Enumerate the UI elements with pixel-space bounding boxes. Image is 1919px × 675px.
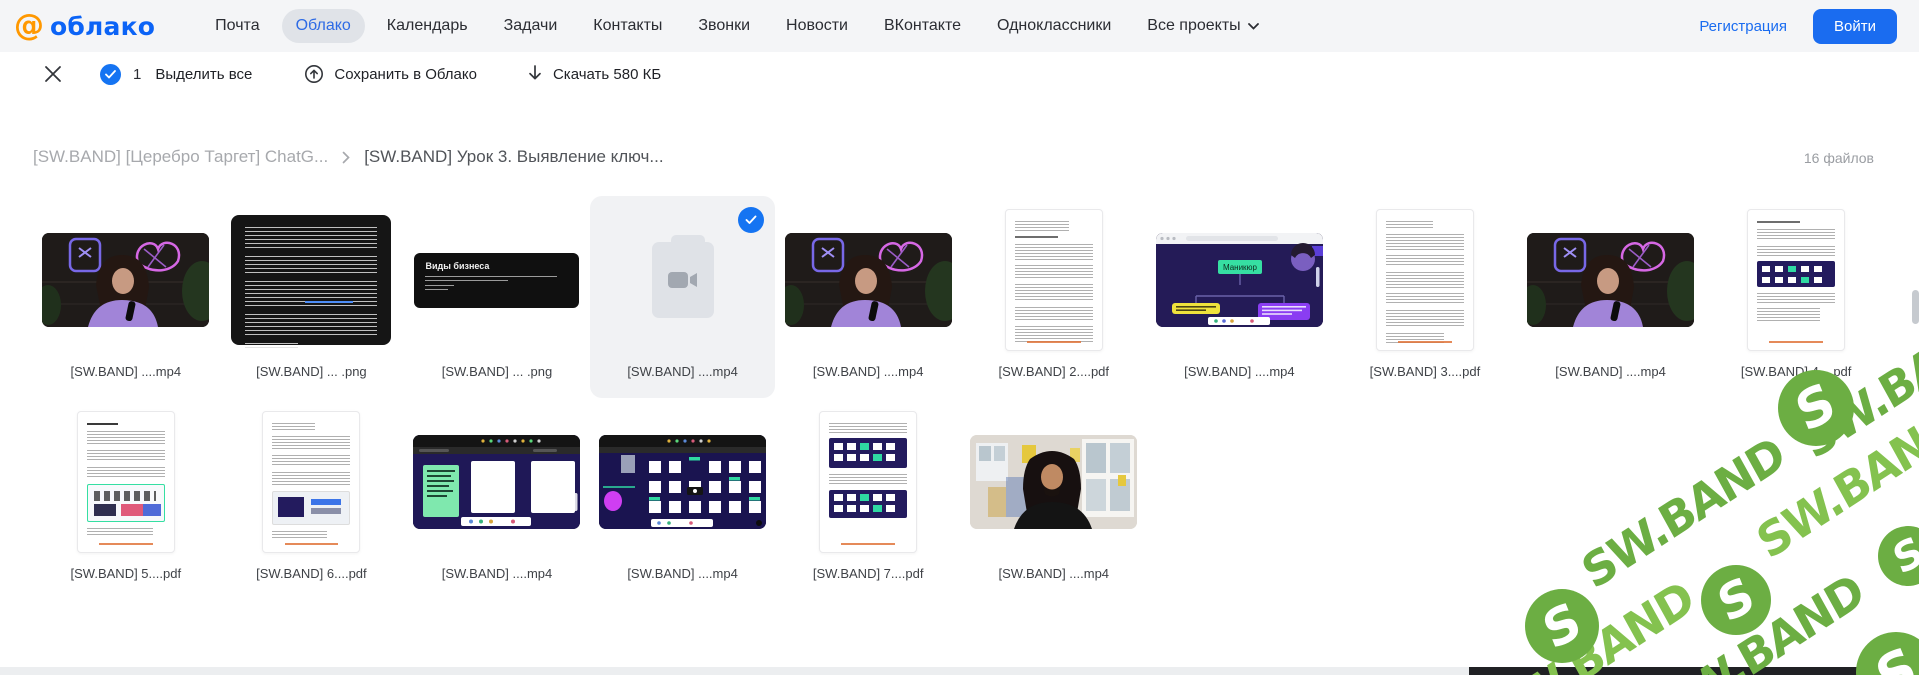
nav-item-mail[interactable]: Почта bbox=[201, 9, 273, 43]
video-thumbnail bbox=[33, 196, 219, 364]
file-name: [SW.BAND] 4....pdf bbox=[1741, 364, 1852, 380]
file-name: [SW.BAND] 7....pdf bbox=[813, 566, 924, 582]
file-name: [SW.BAND] ... .png bbox=[442, 364, 553, 380]
file-name: [SW.BAND] ....mp4 bbox=[813, 364, 924, 380]
save-to-cloud-label: Сохранить в Облако bbox=[334, 66, 477, 83]
mindmap-node-label: Маникюр bbox=[1223, 263, 1258, 272]
file-name: [SW.BAND] ....mp4 bbox=[442, 566, 553, 582]
file-tile-pdf-6[interactable]: [SW.BAND] 6....pdf bbox=[219, 398, 405, 600]
header-auth-area: Регистрация Войти bbox=[1699, 9, 1897, 44]
file-grid-row-2: [SW.BAND] 5....pdf [SW.BAND] 6....pdf bbox=[33, 398, 1889, 600]
video-thumbnail bbox=[961, 398, 1147, 566]
nav-item-cloud[interactable]: Облако bbox=[282, 9, 365, 43]
banner-title: Виды бизнеса bbox=[425, 261, 568, 271]
nav-item-ok[interactable]: Одноклассники bbox=[983, 9, 1125, 43]
check-icon bbox=[105, 70, 116, 79]
breadcrumb: [SW.BAND] [Церебро Таргет] ChatG... [SW.… bbox=[33, 147, 664, 167]
file-tile-png-1[interactable]: [SW.BAND] ... .png bbox=[219, 196, 405, 398]
file-name: [SW.BAND] ....mp4 bbox=[71, 364, 182, 380]
file-tile-video-1[interactable]: [SW.BAND] ....mp4 bbox=[33, 196, 219, 398]
png-thumbnail: Виды бизнеса bbox=[404, 196, 590, 364]
logo-word: облако bbox=[50, 12, 155, 41]
file-name: [SW.BAND] 6....pdf bbox=[256, 566, 367, 582]
files-count: 16 файлов bbox=[1804, 150, 1874, 166]
nav-item-calendar[interactable]: Календарь bbox=[373, 9, 482, 43]
pdf-thumbnail bbox=[775, 398, 961, 566]
file-name: [SW.BAND] 2....pdf bbox=[998, 364, 1109, 380]
file-tile-video-man[interactable]: [SW.BAND] ....mp4 bbox=[961, 398, 1147, 600]
pdf-thumbnail bbox=[961, 196, 1147, 364]
nav-item-vk[interactable]: ВКонтакте bbox=[870, 9, 975, 43]
pdf-thumbnail bbox=[219, 398, 405, 566]
video-thumbnail bbox=[775, 196, 961, 364]
select-all-label[interactable]: Выделить все bbox=[155, 66, 252, 83]
file-grid-row-1: [SW.BAND] ....mp4 [SW.BAND] ... .png Вид… bbox=[33, 196, 1889, 398]
file-tile-video-figma-2[interactable]: [SW.BAND] ....mp4 bbox=[590, 398, 776, 600]
top-navigation-bar: @ облако Почта Облако Календарь Задачи К… bbox=[0, 0, 1919, 52]
file-name: [SW.BAND] ....mp4 bbox=[1184, 364, 1295, 380]
all-projects-label: Все проекты bbox=[1147, 17, 1240, 35]
nav-item-calls[interactable]: Звонки bbox=[684, 9, 764, 43]
pdf-thumbnail bbox=[33, 398, 219, 566]
file-tile-video-3[interactable]: [SW.BAND] ....mp4 bbox=[1518, 196, 1704, 398]
chevron-down-icon bbox=[1248, 23, 1259, 30]
save-to-cloud-button[interactable]: Сохранить в Облако bbox=[304, 64, 477, 84]
download-icon bbox=[527, 65, 543, 83]
file-tile-png-2[interactable]: Виды бизнеса [SW.BAND] ... .png bbox=[404, 196, 590, 398]
horizontal-scrollbar-thumb[interactable] bbox=[1469, 667, 1919, 675]
file-name: [SW.BAND] ....mp4 bbox=[627, 566, 738, 582]
file-name: [SW.BAND] 5....pdf bbox=[71, 566, 182, 582]
file-tile-video-2[interactable]: [SW.BAND] ....mp4 bbox=[775, 196, 961, 398]
video-thumbnail bbox=[590, 398, 776, 566]
pdf-thumbnail bbox=[1332, 196, 1518, 364]
file-name: [SW.BAND] ... .png bbox=[256, 364, 367, 380]
mailru-cloud-logo[interactable]: @ облако bbox=[14, 11, 155, 41]
file-tile-pdf-5[interactable]: [SW.BAND] 5....pdf bbox=[33, 398, 219, 600]
breadcrumb-current[interactable]: [SW.BAND] Урок 3. Выявление ключ... bbox=[364, 147, 663, 167]
all-projects-menu[interactable]: Все проекты bbox=[1133, 9, 1272, 43]
nav-item-contacts[interactable]: Контакты bbox=[579, 9, 676, 43]
mailru-at-icon: @ bbox=[14, 11, 44, 41]
vertical-scrollbar-thumb[interactable] bbox=[1912, 290, 1919, 324]
file-name: [SW.BAND] ....mp4 bbox=[999, 566, 1110, 582]
download-button[interactable]: Скачать 580 КБ bbox=[527, 65, 661, 83]
register-link[interactable]: Регистрация bbox=[1699, 18, 1787, 35]
video-thumbnail: Маникюр bbox=[1147, 196, 1333, 364]
file-tile-video-selected[interactable]: [SW.BAND] ....mp4 bbox=[590, 196, 776, 398]
file-tile-video-figma-1[interactable]: [SW.BAND] ....mp4 bbox=[404, 398, 590, 600]
close-icon[interactable] bbox=[44, 65, 62, 83]
file-tile-pdf-7[interactable]: [SW.BAND] 7....pdf bbox=[775, 398, 961, 600]
video-thumbnail bbox=[1518, 196, 1704, 364]
file-tile-pdf-4[interactable]: [SW.BAND] 4....pdf bbox=[1703, 196, 1889, 398]
select-all-checkbox[interactable] bbox=[100, 64, 121, 85]
breadcrumb-chevron-icon bbox=[342, 151, 350, 164]
selected-count: 1 bbox=[133, 66, 141, 83]
login-button[interactable]: Войти bbox=[1813, 9, 1897, 44]
pdf-thumbnail bbox=[1703, 196, 1889, 364]
file-tile-pdf-3[interactable]: [SW.BAND] 3....pdf bbox=[1332, 196, 1518, 398]
file-name: [SW.BAND] 3....pdf bbox=[1370, 364, 1481, 380]
services-nav: Почта Облако Календарь Задачи Контакты З… bbox=[201, 9, 1273, 43]
cloud-files-page: @ облако Почта Облако Календарь Задачи К… bbox=[0, 0, 1919, 675]
file-tile-pdf-2[interactable]: [SW.BAND] 2....pdf bbox=[961, 196, 1147, 398]
file-name: [SW.BAND] ....mp4 bbox=[1555, 364, 1666, 380]
watermark-logo-icon: S bbox=[1525, 589, 1599, 663]
breadcrumb-parent[interactable]: [SW.BAND] [Церебро Таргет] ChatG... bbox=[33, 147, 328, 167]
png-thumbnail bbox=[219, 196, 405, 364]
video-camera-icon bbox=[668, 271, 698, 289]
nav-item-tasks[interactable]: Задачи bbox=[490, 9, 572, 43]
download-label: Скачать 580 КБ bbox=[553, 66, 661, 83]
video-file-icon bbox=[652, 242, 714, 318]
file-tile-video-mindmap[interactable]: Маникюр [SW.BAND] ....mp4 bbox=[1147, 196, 1333, 398]
file-name: [SW.BAND] ....mp4 bbox=[627, 364, 738, 380]
video-thumbnail bbox=[404, 398, 590, 566]
cloud-upload-icon bbox=[304, 64, 324, 84]
nav-item-news[interactable]: Новости bbox=[772, 9, 862, 43]
selection-toolbar: 1 Выделить все Сохранить в Облако Скачат… bbox=[0, 52, 1919, 96]
